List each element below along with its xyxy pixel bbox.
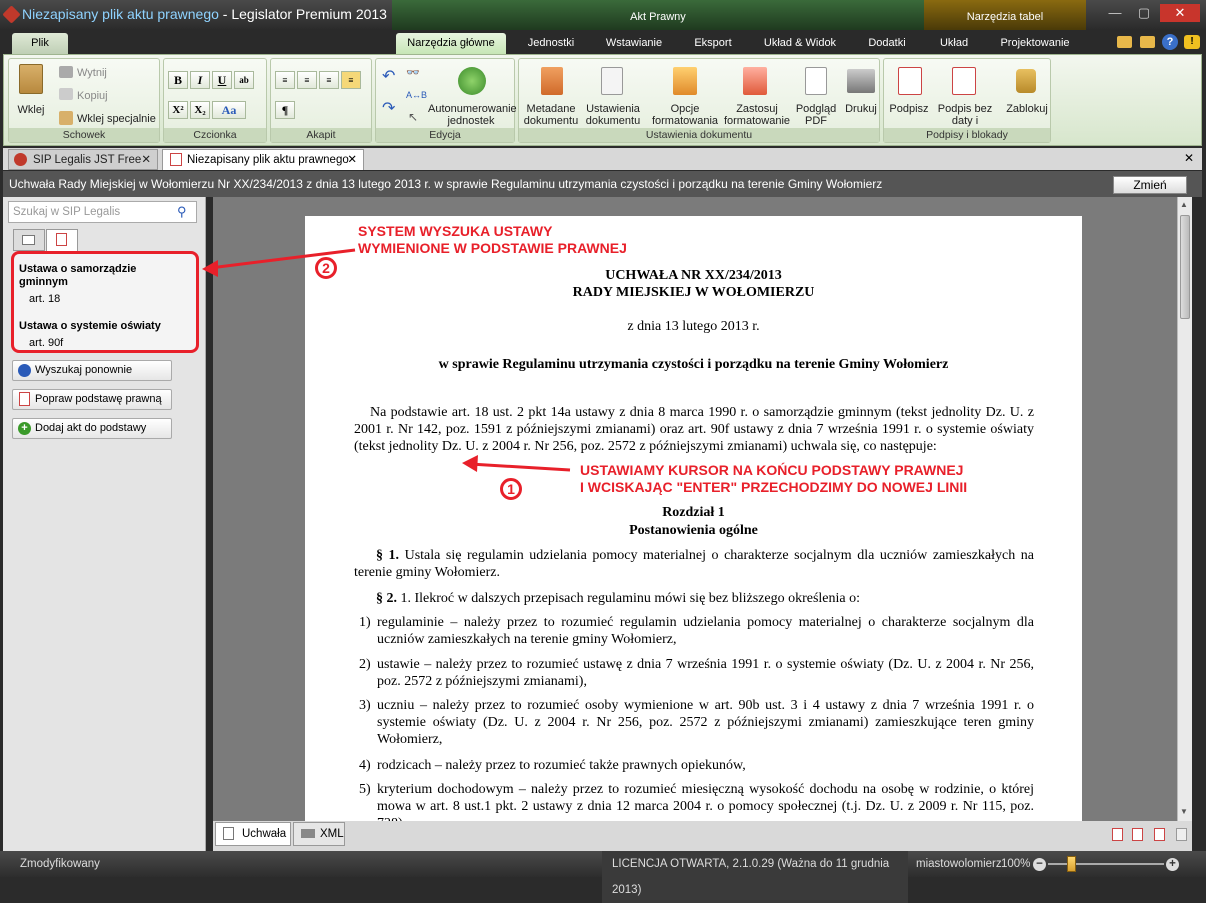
annotation-arrowhead-1	[462, 455, 478, 472]
annotation-1-number: 1	[500, 478, 522, 500]
annotation-1-line2: I WCISKAJĄC "ENTER" PRZECHODZIMY DO NOWE…	[580, 479, 968, 495]
annotation-arrows	[202, 248, 571, 472]
annotation-2-line2: WYMIENIONE W PODSTAWIE PRAWNEJ	[358, 240, 627, 256]
annotation-arrow-1	[469, 462, 571, 472]
annotation-arrowhead-2	[202, 260, 218, 277]
annotation-2-number: 2	[315, 257, 337, 279]
annotation-2-line1: SYSTEM WYSZUKA USTAWY	[358, 223, 553, 239]
annotation-1-line1: USTAWIAMY KURSOR NA KOŃCU PODSTAWY PRAWN…	[580, 462, 964, 478]
